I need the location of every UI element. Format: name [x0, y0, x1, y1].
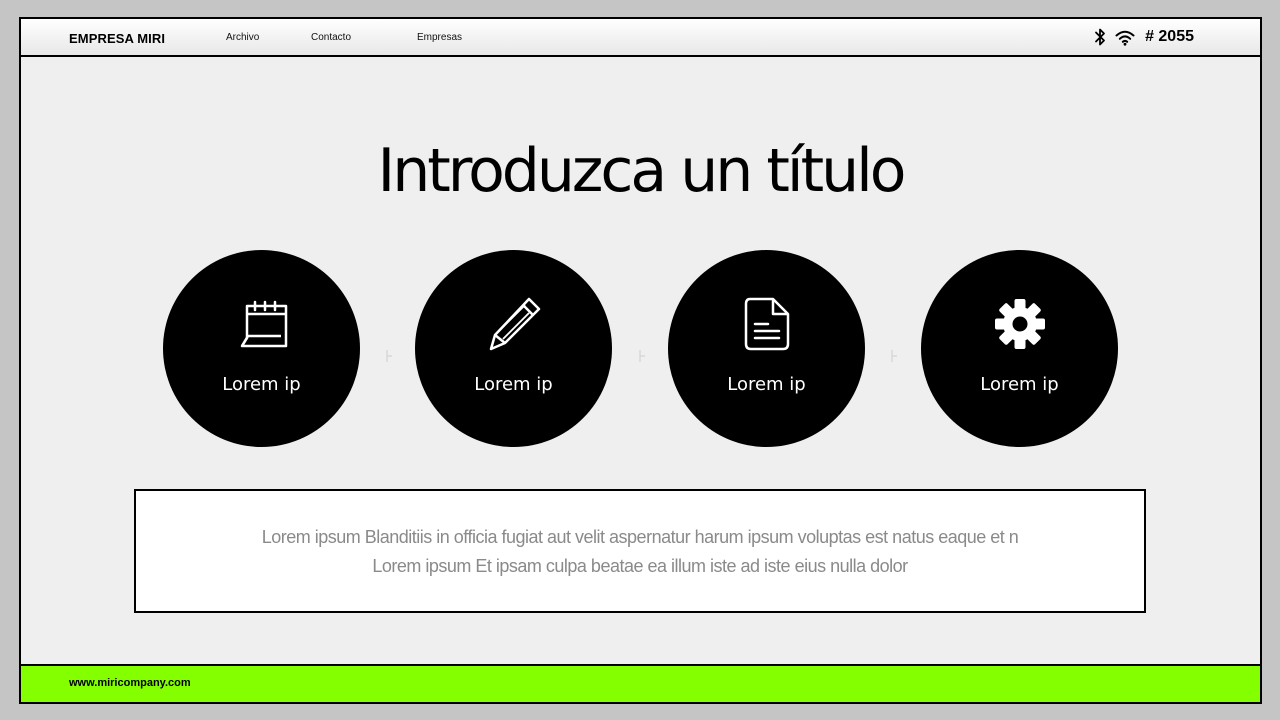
page-title: Introduzca un título — [377, 136, 907, 206]
connector-arrow — [386, 350, 392, 362]
brand-name: EMPRESA MIRI — [69, 31, 166, 46]
connector-arrow — [639, 350, 645, 362]
pencil-icon — [415, 296, 612, 352]
wifi-icon — [1115, 29, 1135, 46]
document-icon — [668, 296, 865, 352]
slide-counter: # 2055 — [1145, 28, 1194, 45]
description-line-1: Lorem ipsum Blanditiis in officia fugiat… — [261, 527, 1019, 547]
bluetooth-icon — [1094, 27, 1106, 47]
status-area: # 2055 — [1094, 27, 1194, 47]
description-box: Lorem ipsum Blanditiis in officia fugiat… — [134, 489, 1146, 613]
feature-card-gear[interactable]: Lorem ip — [921, 250, 1118, 447]
feature-card-document[interactable]: Lorem ip — [668, 250, 865, 447]
nav-item-archivo[interactable]: Archivo — [226, 32, 259, 43]
feature-card-calendar[interactable]: Lorem ip — [163, 250, 360, 447]
calendar-icon — [163, 296, 360, 352]
feature-card-label: Lorem ip — [474, 374, 553, 395]
gear-icon — [921, 296, 1118, 352]
description-line-2: Lorem ipsum Et ipsam culpa beatae ea ill… — [372, 556, 908, 576]
connector-arrow — [891, 350, 897, 362]
feature-card-label: Lorem ip — [980, 374, 1059, 395]
slide-frame: EMPRESA MIRI Archivo Contacto Empresas #… — [19, 17, 1262, 704]
footer-bar: www.miricompany.com — [21, 664, 1260, 702]
feature-card-pencil[interactable]: Lorem ip — [415, 250, 612, 447]
feature-card-label: Lorem ip — [222, 374, 301, 395]
nav-item-empresas[interactable]: Empresas — [417, 32, 462, 43]
feature-card-label: Lorem ip — [727, 374, 806, 395]
top-bar: EMPRESA MIRI Archivo Contacto Empresas #… — [21, 19, 1260, 57]
nav-item-contacto[interactable]: Contacto — [311, 32, 351, 43]
website-link[interactable]: www.miricompany.com — [69, 677, 191, 689]
